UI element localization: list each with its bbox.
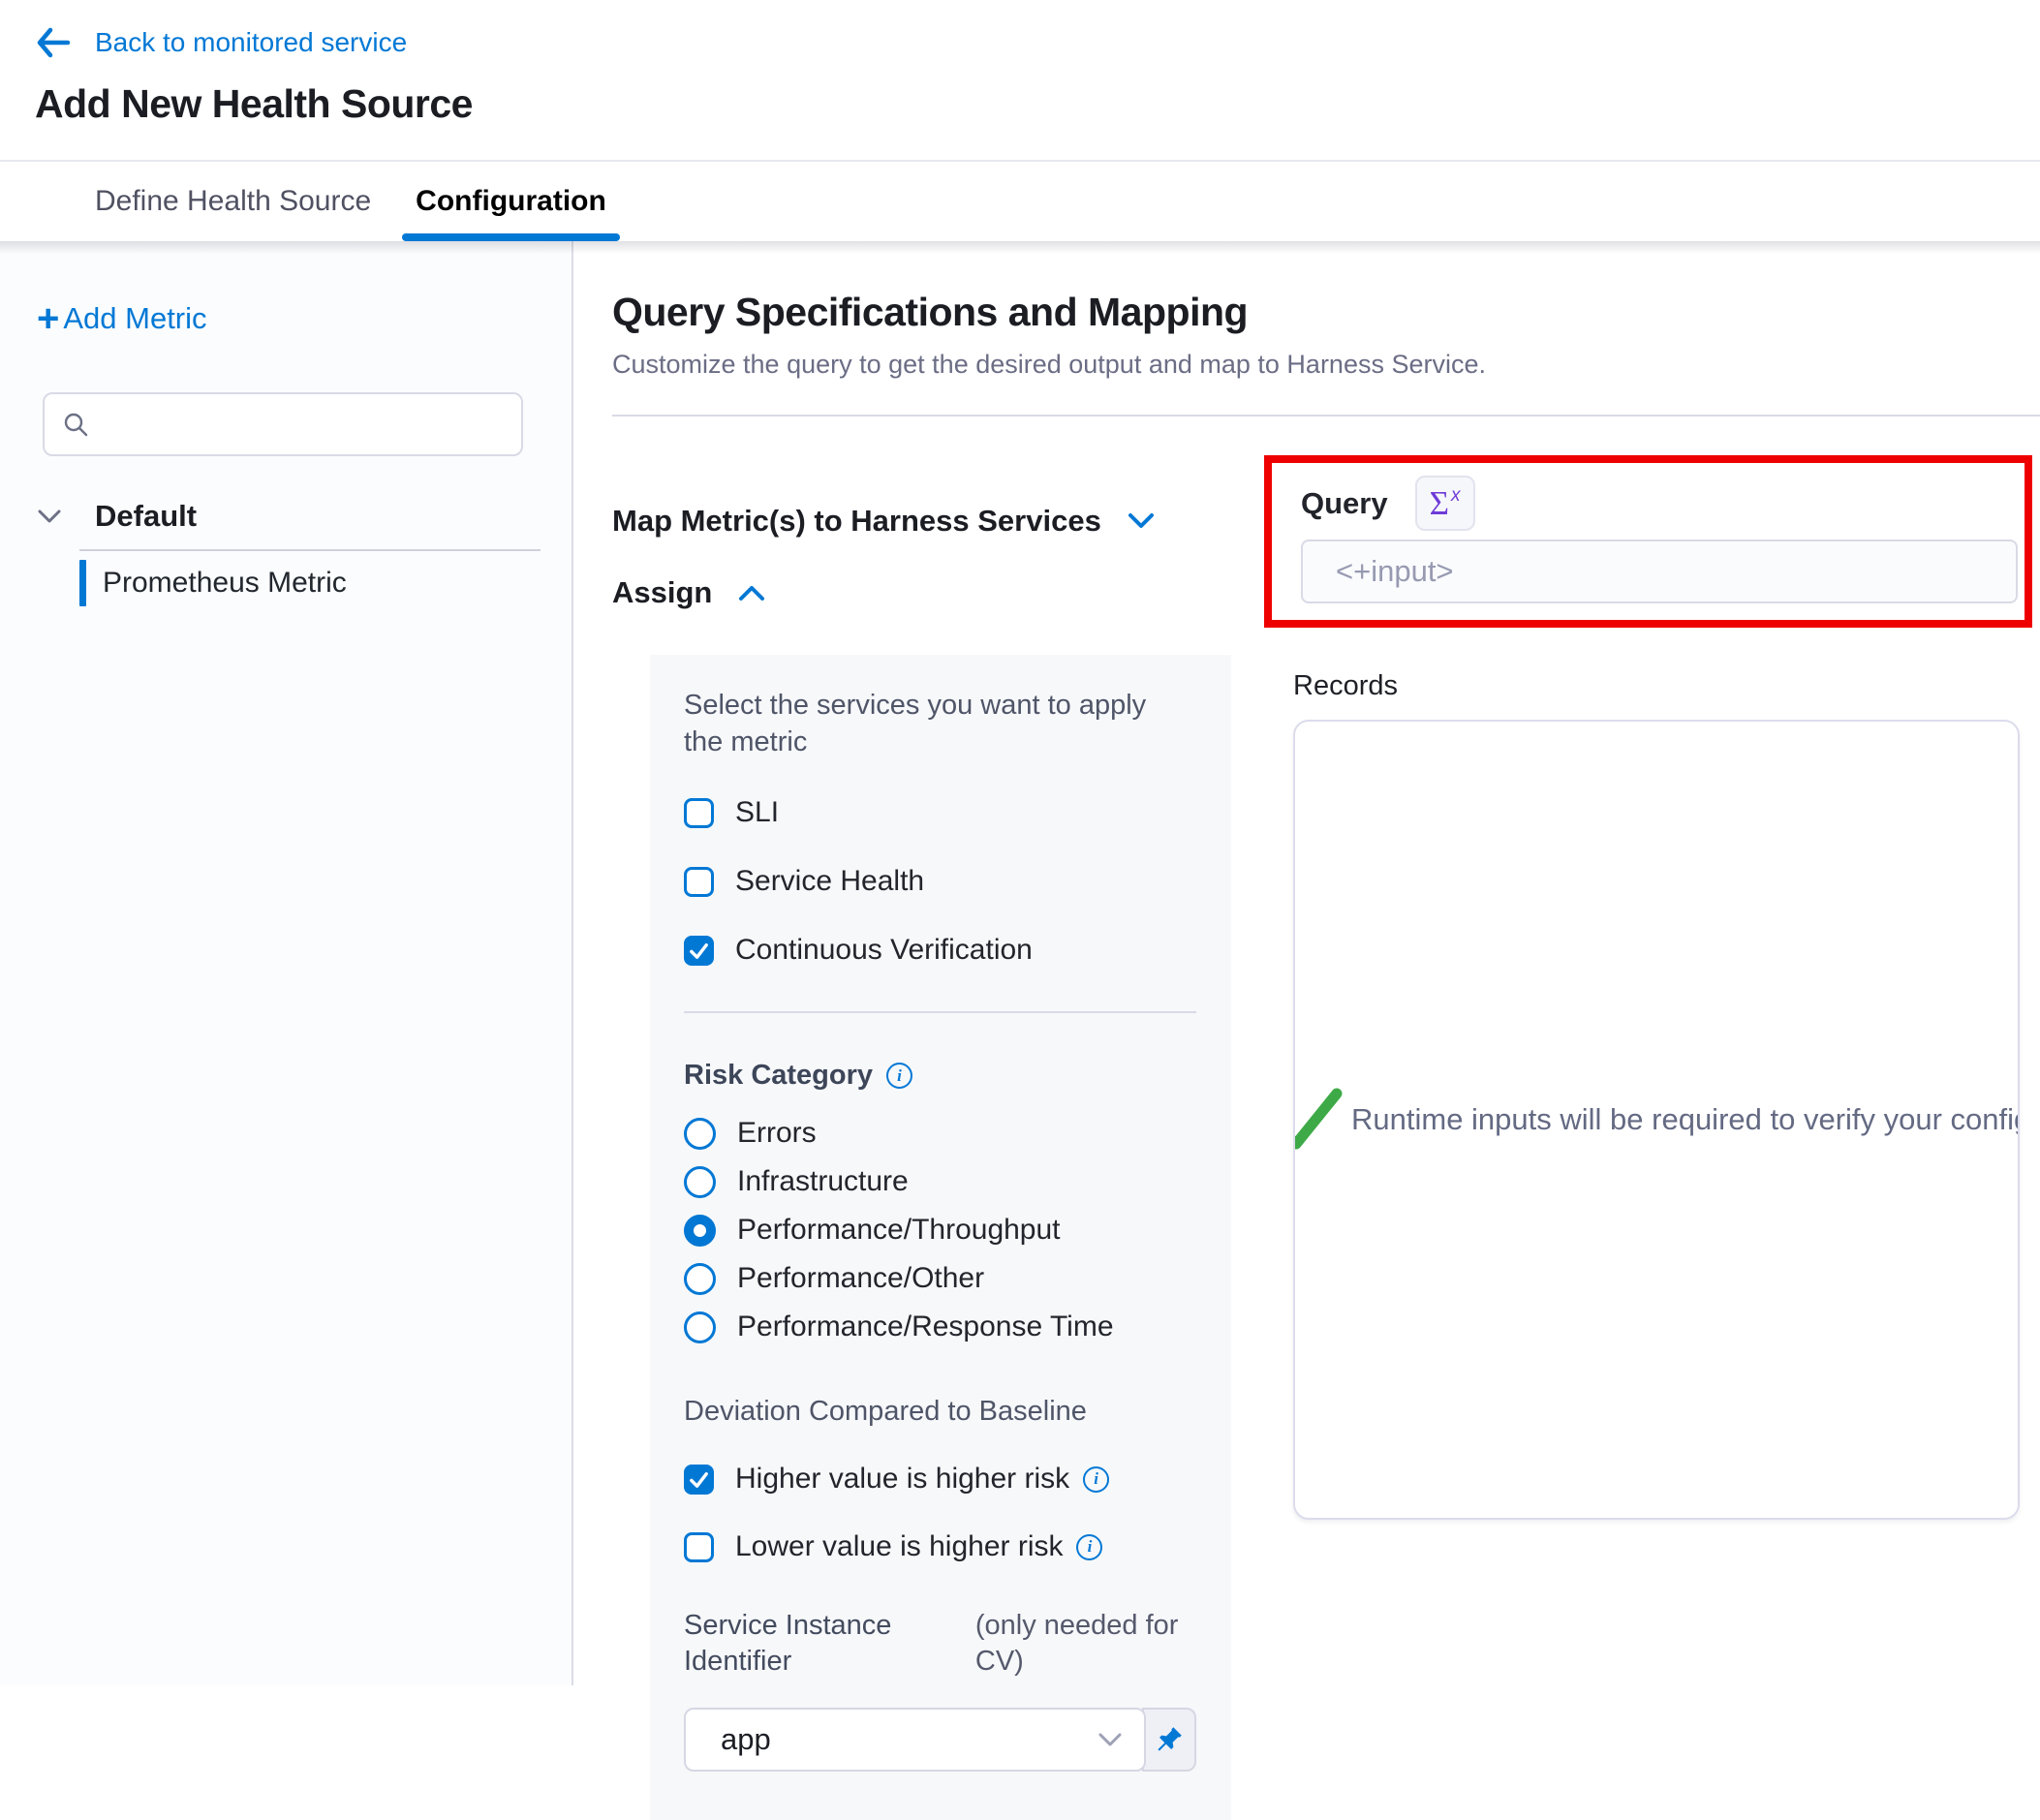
continuous-verification-label: Continuous Verification [735,934,1033,967]
infrastructure-radio[interactable] [684,1166,716,1198]
radio-row-errors[interactable]: Errors [684,1117,1196,1150]
search-icon [62,411,89,438]
add-metric-button[interactable]: + Add Metric [37,301,572,336]
dropdown-value: app [721,1722,1097,1757]
chevron-up-icon [737,583,766,602]
checkbox-row-continuous-verification[interactable]: Continuous Verification [684,934,1196,967]
performance-other-radio[interactable] [684,1263,716,1295]
lower-value-checkbox[interactable] [684,1532,714,1562]
assign-section-toggle[interactable]: Assign [612,575,1231,610]
records-message: Runtime inputs will be required to verif… [1293,1079,2018,1160]
infrastructure-label: Infrastructure [737,1165,909,1198]
sli-checkbox[interactable] [684,798,714,828]
query-label: Query [1301,486,1388,521]
records-message-text: Runtime inputs will be required to verif… [1351,1102,2020,1137]
performance-response-time-radio[interactable] [684,1311,716,1343]
tab-define-health-source[interactable]: Define Health Source [95,162,371,241]
service-instance-identifier-label: Service Instance Identifier [684,1608,966,1680]
query-input[interactable] [1301,540,2018,603]
risk-category-header: Risk Category i [684,1060,1196,1092]
main-header: Query Specifications and Mapping Customi… [573,241,2040,416]
page-title: Add New Health Source [35,81,2040,127]
records-box: Runtime inputs will be required to verif… [1293,720,2020,1520]
assign-intro-text: Select the services you want to apply th… [684,688,1188,760]
checkbox-row-service-health[interactable]: Service Health [684,865,1196,898]
main-panel: Query Specifications and Mapping Customi… [573,241,2040,1685]
metrics-sidebar: + Add Metric Default Prometheus Metric [0,241,573,1685]
risk-category-label: Risk Category [684,1060,873,1092]
panel-divider [684,1011,1196,1013]
chevron-down-icon [37,508,62,525]
continuous-verification-checkbox[interactable] [684,936,714,966]
assign-panel: Select the services you want to apply th… [650,655,1231,1820]
plus-icon: + [37,304,59,333]
map-metrics-section-toggle[interactable]: Map Metric(s) to Harness Services [612,504,1231,539]
tab-configuration[interactable]: Configuration [416,162,606,241]
selected-indicator-bar [79,560,86,606]
pin-button[interactable] [1142,1708,1196,1772]
sidebar-item-prometheus-metric[interactable]: Prometheus Metric [0,551,572,615]
sidebar-group-default[interactable]: Default [0,499,572,534]
chevron-down-icon [1097,1731,1123,1748]
service-health-label: Service Health [735,865,924,898]
add-metric-label: Add Metric [63,301,206,336]
chevron-down-icon [1127,511,1156,531]
formula-sigma-button[interactable]: Σ x [1415,476,1475,531]
mapping-column: Map Metric(s) to Harness Services Assign… [612,416,1231,1820]
performance-response-time-label: Performance/Response Time [737,1311,1114,1343]
lower-value-label: Lower value is higher risk [735,1530,1063,1563]
section-heading: Query Specifications and Mapping [612,290,2040,335]
performance-other-label: Performance/Other [737,1262,984,1295]
radio-row-performance-other[interactable]: Performance/Other [684,1262,1196,1295]
map-metrics-label: Map Metric(s) to Harness Services [612,504,1101,539]
back-to-monitored-service-link[interactable]: Back to monitored service [35,23,2040,62]
back-link-label: Back to monitored service [95,27,407,58]
deviation-label: Deviation Compared to Baseline [684,1396,1196,1428]
search-input[interactable] [103,409,521,440]
sli-label: SLI [735,796,779,829]
radio-row-performance-response-time[interactable]: Performance/Response Time [684,1311,1196,1343]
green-check-icon [1293,1079,1347,1160]
records-label: Records [1293,670,2032,702]
group-label: Default [95,499,197,534]
assign-label: Assign [612,575,712,610]
section-subheading: Customize the query to get the desired o… [612,350,2040,380]
info-icon[interactable]: i [886,1063,912,1089]
checkbox-row-higher-value[interactable]: Higher value is higher risk i [684,1463,1196,1496]
checkbox-row-sli[interactable]: SLI [684,796,1196,829]
back-arrow-icon [35,27,72,58]
content-area: + Add Metric Default Prometheus Metric Q… [0,241,2040,1685]
checkbox-row-lower-value[interactable]: Lower value is higher risk i [684,1530,1196,1563]
service-instance-identifier-header: Service Instance Identifier (only needed… [684,1608,1196,1680]
service-instance-identifier-dropdown[interactable]: app [684,1708,1146,1772]
radio-row-performance-throughput[interactable]: Performance/Throughput [684,1214,1196,1247]
query-header: Query Σ x [1301,476,2025,531]
sigma-sup-x: x [1451,485,1461,507]
main-body: Map Metric(s) to Harness Services Assign… [573,416,2040,1820]
metric-item-label: Prometheus Metric [103,567,347,600]
higher-value-label: Higher value is higher risk [735,1463,1069,1496]
page-header: Back to monitored service Add New Health… [0,0,2040,162]
tab-bar: Define Health Source Configuration [0,162,2040,241]
sigma-icon: Σ [1430,484,1449,523]
query-highlight-box: Query Σ x [1264,455,2032,628]
errors-radio[interactable] [684,1118,716,1150]
metric-search-box[interactable] [43,392,523,456]
performance-throughput-radio[interactable] [684,1215,716,1247]
service-instance-identifier-note: (only needed for CV) [975,1608,1196,1680]
errors-label: Errors [737,1117,817,1150]
higher-value-checkbox[interactable] [684,1465,714,1495]
info-icon[interactable]: i [1083,1466,1109,1493]
query-column: Query Σ x Records Runtime inputs will be… [1264,416,2032,1520]
service-health-checkbox[interactable] [684,867,714,897]
pushpin-icon [1154,1724,1185,1755]
radio-row-infrastructure[interactable]: Infrastructure [684,1165,1196,1198]
performance-throughput-label: Performance/Throughput [737,1214,1061,1247]
service-instance-identifier-row: app [684,1708,1196,1772]
info-icon[interactable]: i [1076,1534,1102,1560]
